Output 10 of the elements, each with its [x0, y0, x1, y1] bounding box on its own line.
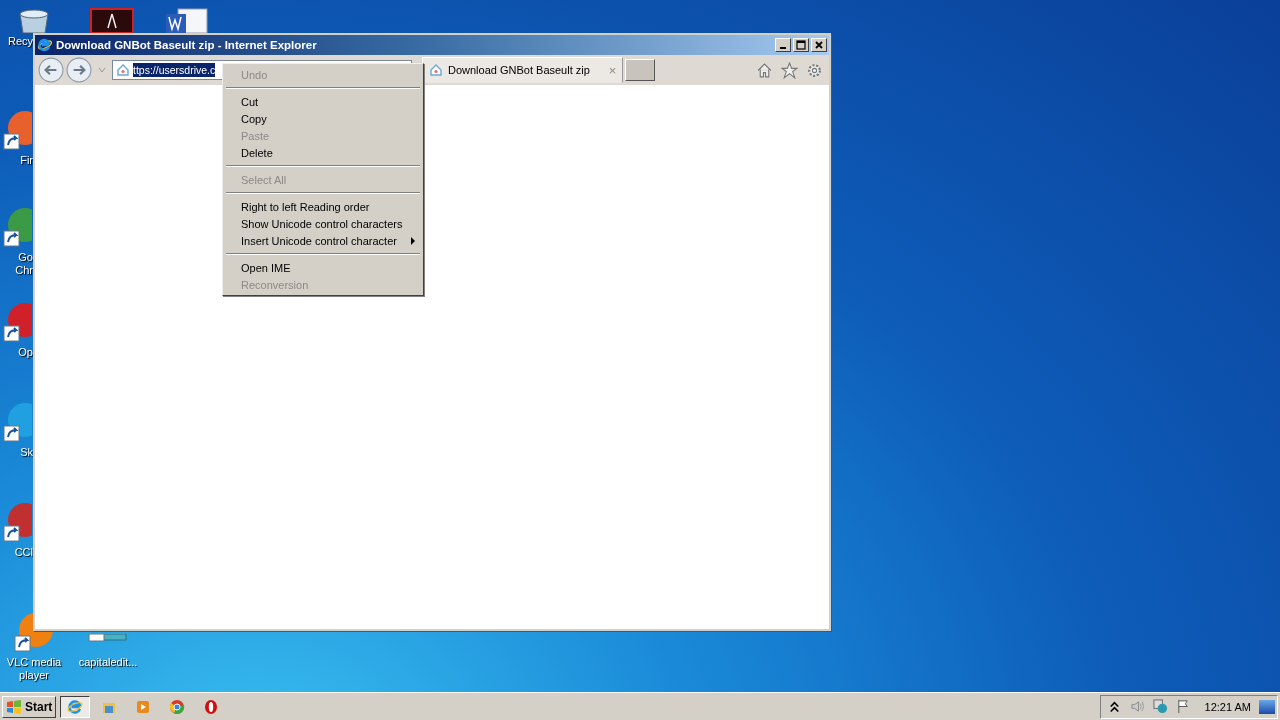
desktop-icon-label: capitaledit...: [78, 656, 138, 669]
desktop-icon-label: CCl: [14, 546, 33, 559]
desktop-icon-label: Op: [18, 346, 33, 359]
window-title: Download GNBot Baseult zip - Internet Explorer: [56, 39, 317, 51]
desktop-icon-label: VLC media player: [6, 656, 62, 682]
desktop-icon-label: Fir: [20, 154, 33, 167]
desktop-icon-label: Recy: [7, 35, 33, 48]
desktop-icon-label: Sk: [20, 446, 33, 459]
desktop-icon-label: Go Chr: [15, 251, 33, 277]
tab-title: Download GNBot Baseult zip: [448, 64, 591, 76]
